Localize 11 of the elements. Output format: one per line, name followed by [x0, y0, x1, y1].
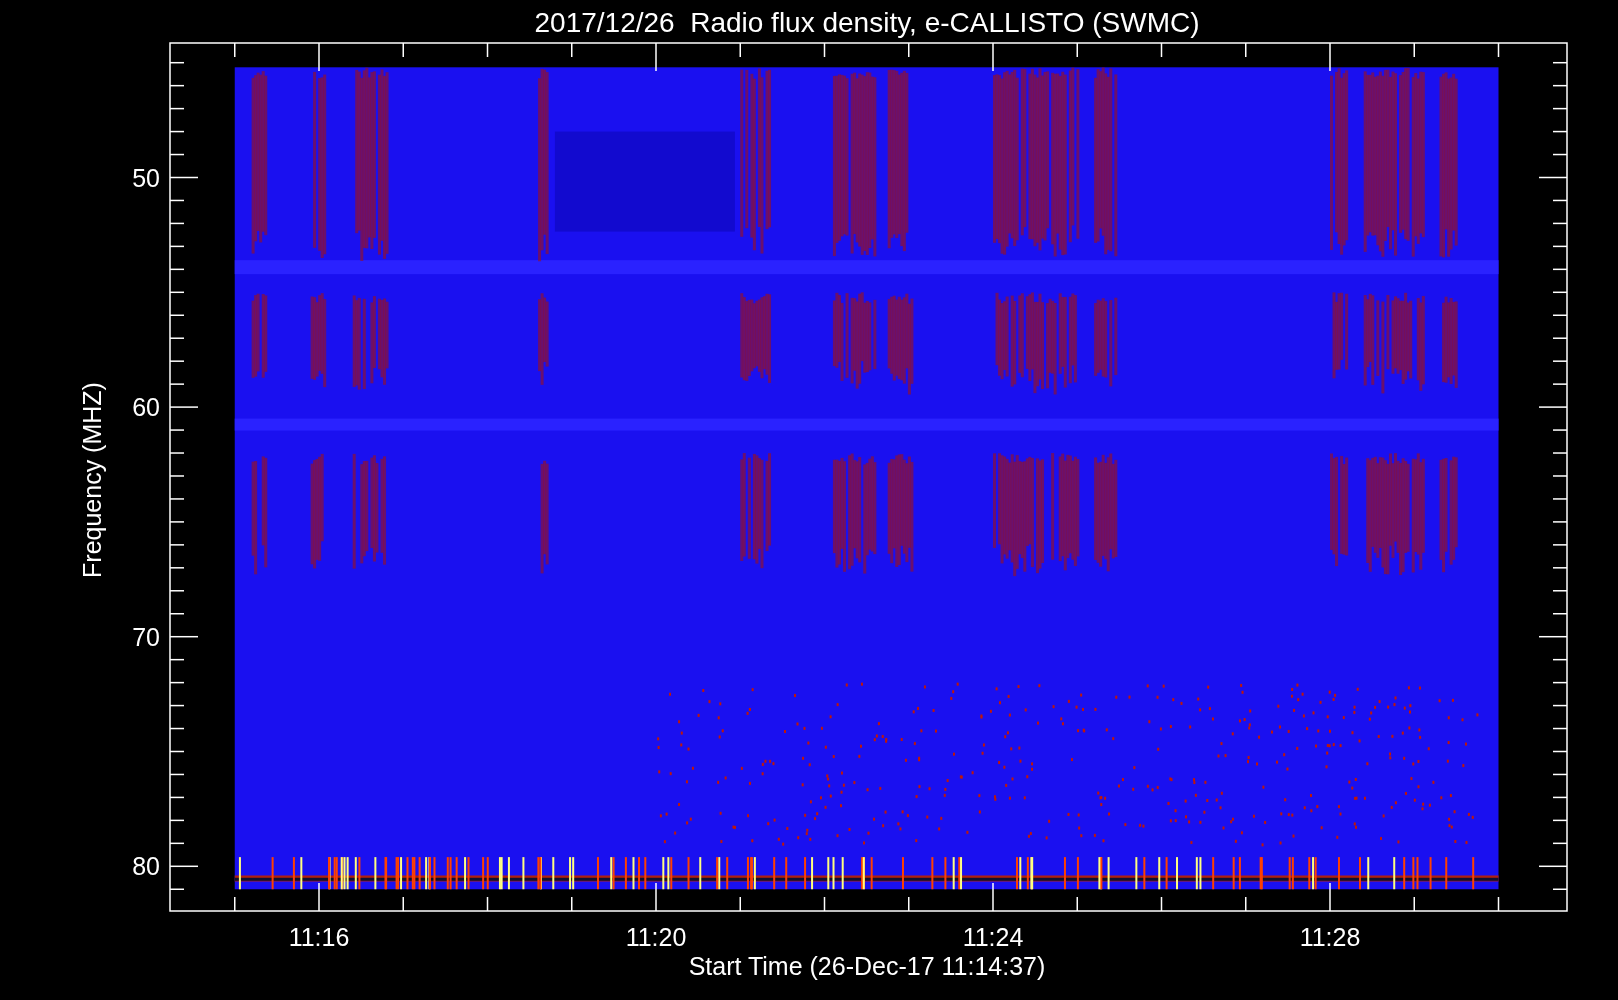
y-tick-label: 80: [132, 852, 160, 881]
x-axis-title: Start Time (26-Dec-17 11:14:37): [688, 952, 1046, 980]
y-axis-title: Frequency (MHZ): [78, 382, 106, 578]
y-tick-label: 70: [132, 622, 160, 651]
y-tick-label: 50: [132, 163, 160, 192]
x-tick-label: 11:28: [1299, 923, 1361, 951]
plot-title: 2017/12/26 Radio flux density, e-CALLISTO (SWMC): [534, 7, 1200, 38]
y-tick-label: 60: [132, 393, 160, 422]
x-tick-label: 11:16: [288, 923, 350, 951]
x-tick-label: 11:24: [962, 923, 1024, 951]
x-tick-label: 11:20: [625, 923, 687, 951]
